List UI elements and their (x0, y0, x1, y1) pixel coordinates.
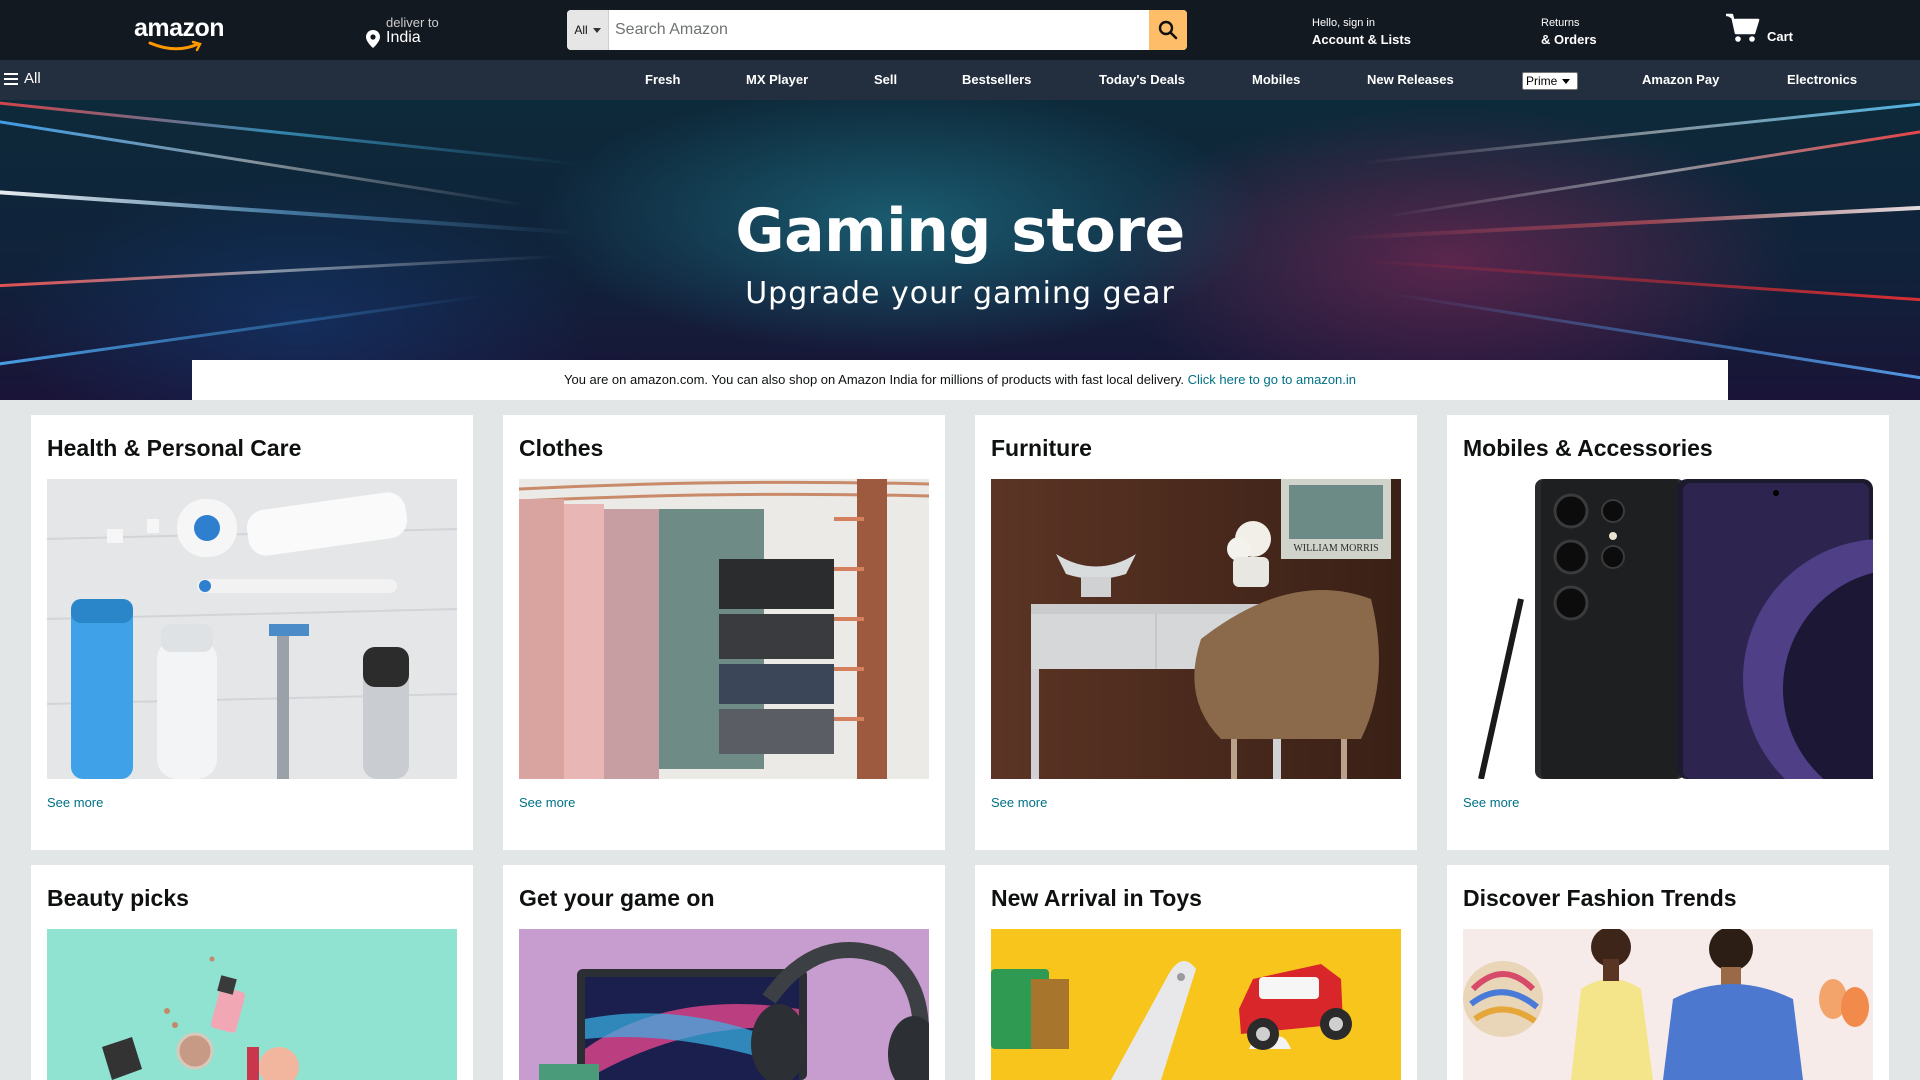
cart-icon (1726, 13, 1760, 42)
light-streak (0, 100, 579, 166)
amazon-logo[interactable]: amazon (134, 14, 225, 52)
poster-text: WILLIAM MORRIS (1293, 543, 1378, 554)
search-button[interactable] (1149, 10, 1187, 50)
account-greeting: Hello, sign in (1312, 17, 1375, 29)
returns-orders[interactable]: Returns & Orders (1541, 17, 1597, 47)
nav-item-sell[interactable]: Sell (874, 72, 897, 87)
account-lists[interactable]: Hello, sign in Account & Lists (1312, 17, 1411, 47)
card-title: New Arrival in Toys (991, 885, 1202, 911)
card-title: Mobiles & Accessories (1463, 435, 1713, 461)
region-notice: You are on amazon.com. You can also shop… (192, 360, 1728, 400)
card-image[interactable] (519, 929, 929, 1080)
toys-image (991, 929, 1401, 1080)
smartphone-image (1463, 479, 1873, 779)
card-get-your-game-on: Get your game on (503, 865, 945, 1080)
hero-title: Gaming store (735, 196, 1185, 266)
card-title: Furniture (991, 435, 1092, 461)
search-bar: All (567, 10, 1187, 50)
deliver-country: India (386, 29, 421, 46)
returns-label: Returns (1541, 17, 1580, 29)
card-title: Get your game on (519, 885, 715, 911)
notice-text: You are on amazon.com. You can also shop… (563, 372, 1185, 387)
cart-label: Cart (1767, 29, 1794, 44)
hamburger-icon (4, 72, 18, 85)
card-title: Discover Fashion Trends (1463, 885, 1737, 911)
top-header: amazon deliver to India All Hello, sign … (0, 0, 1920, 60)
light-streak (1361, 100, 1920, 165)
card-furniture: Furniture WILLIAM MORRIS See more (975, 415, 1417, 850)
card-discover-fashion-trends: Discover Fashion Trends (1447, 865, 1889, 1080)
nav-item-new-releases[interactable]: New Releases (1367, 72, 1454, 87)
card-title: Health & Personal Care (47, 435, 302, 461)
card-title: Beauty picks (47, 885, 189, 911)
account-label: Account & Lists (1312, 32, 1411, 47)
location-pin-icon (366, 30, 380, 48)
gaming-laptop-headphones-image (519, 929, 929, 1080)
furniture-desk-image: WILLIAM MORRIS (991, 479, 1401, 779)
card-clothes: Clothes See more (503, 415, 945, 850)
card-health-personal-care: Health & Personal Care See more (31, 415, 473, 850)
card-image[interactable] (1463, 479, 1873, 779)
card-image[interactable] (1463, 929, 1873, 1080)
search-icon (1158, 20, 1178, 40)
cart-button[interactable]: Cart (1725, 12, 1793, 48)
see-more-link[interactable]: See more (519, 795, 575, 810)
hero-subtitle: Upgrade your gaming gear (745, 276, 1175, 311)
search-input[interactable] (611, 10, 1141, 50)
prime-select[interactable]: Prime (1522, 72, 1578, 90)
nav-item-amazon-pay[interactable]: Amazon Pay (1642, 72, 1719, 87)
search-category-select[interactable]: All (567, 10, 609, 50)
nav-item-fresh[interactable]: Fresh (645, 72, 680, 87)
personal-care-products-image (47, 479, 457, 779)
hero-banner[interactable]: Gaming store Upgrade your gaming gear (0, 100, 1920, 400)
card-mobiles-accessories: Mobiles & Accessories See more (1447, 415, 1889, 850)
amazon-in-link[interactable]: Click here to go to amazon.in (1188, 372, 1356, 387)
card-new-arrival-toys: New Arrival in Toys (975, 865, 1417, 1080)
nav-item-todays-deals[interactable]: Today's Deals (1099, 72, 1185, 87)
fashion-models-image (1463, 929, 1873, 1080)
card-image[interactable] (519, 479, 929, 779)
beauty-products-image (47, 929, 457, 1080)
chevron-down-icon (1562, 78, 1571, 84)
card-image[interactable] (47, 479, 457, 779)
nav-all-menu[interactable]: All (4, 70, 41, 87)
see-more-link[interactable]: See more (1463, 795, 1519, 810)
search-category-label: All (574, 23, 588, 37)
see-more-link[interactable]: See more (47, 795, 103, 810)
card-image[interactable] (991, 929, 1401, 1080)
card-image[interactable] (47, 929, 457, 1080)
card-image[interactable]: WILLIAM MORRIS (991, 479, 1401, 779)
see-more-link[interactable]: See more (991, 795, 1047, 810)
chevron-down-icon (592, 27, 601, 33)
nav-item-bestsellers[interactable]: Bestsellers (962, 72, 1031, 87)
nav-item-mx-player[interactable]: MX Player (746, 72, 808, 87)
deliver-label: deliver to (386, 15, 439, 30)
nav-bar: All Fresh MX Player Sell Bestsellers Tod… (0, 60, 1920, 100)
clothes-hanger-image (519, 479, 929, 779)
nav-item-mobiles[interactable]: Mobiles (1252, 72, 1300, 87)
prime-select-label: Prime (1526, 74, 1558, 88)
logo-text: amazon (134, 14, 225, 42)
nav-item-electronics[interactable]: Electronics (1787, 72, 1857, 87)
nav-all-label: All (24, 70, 41, 87)
card-beauty-picks: Beauty picks (31, 865, 473, 1080)
logo-smile-icon (148, 40, 202, 52)
orders-label: & Orders (1541, 32, 1597, 47)
card-title: Clothes (519, 435, 604, 461)
